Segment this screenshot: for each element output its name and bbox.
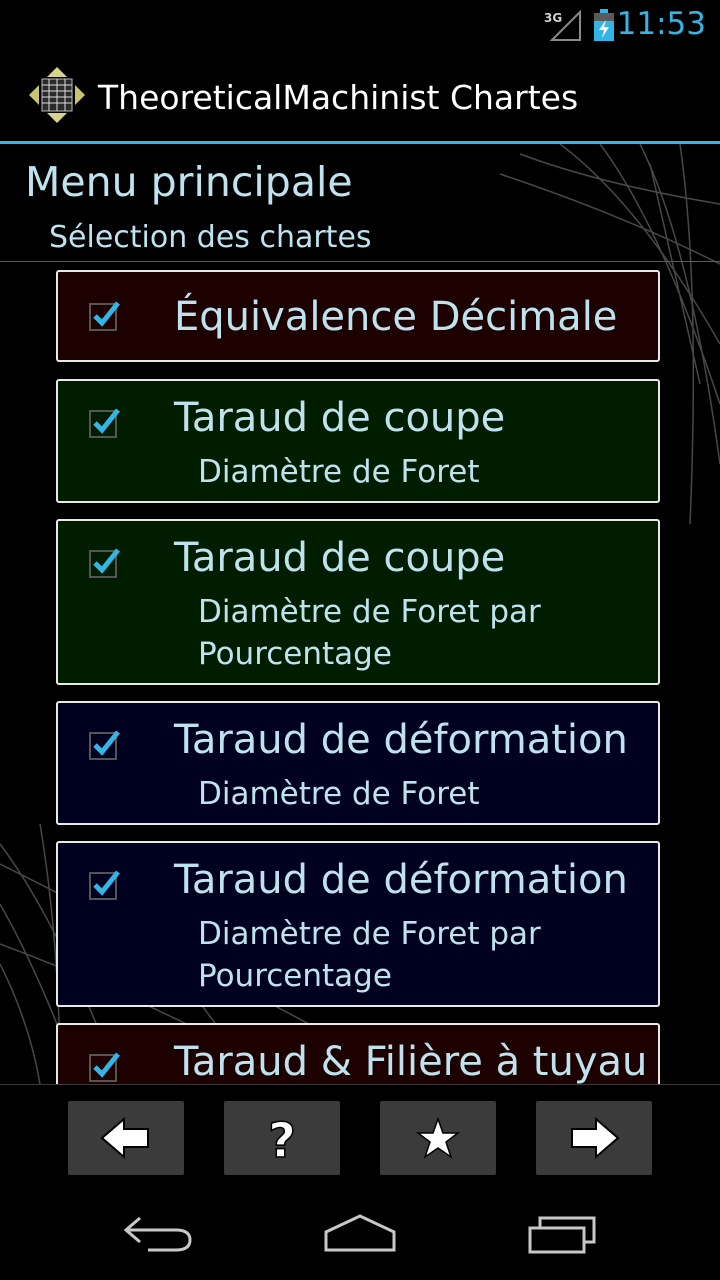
checkbox-checked-icon[interactable] xyxy=(88,545,124,581)
divider xyxy=(0,261,720,262)
chart-subtitle: Diamètre de Foret xyxy=(198,776,480,812)
chart-title: Taraud de coupe xyxy=(174,395,506,441)
status-bar: 3G 11:53 xyxy=(0,0,720,50)
menu-subtitle: Sélection des chartes xyxy=(49,220,372,255)
favorite-button[interactable] xyxy=(380,1101,496,1175)
chart-title: Équivalence Décimale xyxy=(174,294,618,340)
home-icon[interactable] xyxy=(320,1210,400,1256)
menu-title: Menu principale xyxy=(25,158,353,206)
app-title: TheoreticalMachinist Chartes xyxy=(98,78,579,117)
checkbox-checked-icon[interactable] xyxy=(88,1049,124,1084)
chart-item-decimal-equivalence[interactable]: Équivalence Décimale xyxy=(56,270,660,362)
chart-item-forming-tap-drill[interactable]: Taraud de déformation Diamètre de Foret xyxy=(56,701,660,825)
checkbox-checked-icon[interactable] xyxy=(88,867,124,903)
chart-title: Taraud & Filière à tuyau xyxy=(174,1039,648,1084)
forward-arrow-icon xyxy=(571,1116,620,1160)
chart-title: Taraud de coupe xyxy=(174,535,506,581)
bottom-toolbar: ? xyxy=(0,1084,720,1184)
signal-icon: 3G xyxy=(544,9,581,41)
action-bar: TheoreticalMachinist Chartes xyxy=(0,50,720,144)
battery-charging-icon xyxy=(594,9,614,41)
chart-item-pipe-tap-die[interactable]: Taraud & Filière à tuyau xyxy=(56,1023,660,1084)
chart-item-cutting-tap-drill-percentage[interactable]: Taraud de coupe Diamètre de Foret par Po… xyxy=(56,519,660,685)
previous-button[interactable] xyxy=(68,1101,184,1175)
back-icon[interactable] xyxy=(118,1210,198,1256)
main-content[interactable]: Menu principale Sélection des chartes Éq… xyxy=(0,144,720,1084)
chart-title: Taraud de déformation xyxy=(174,857,628,903)
next-button[interactable] xyxy=(536,1101,652,1175)
svg-text:?: ? xyxy=(268,1113,296,1163)
network-type-label: 3G xyxy=(544,11,562,25)
chart-item-forming-tap-drill-percentage[interactable]: Taraud de déformation Diamètre de Foret … xyxy=(56,841,660,1007)
chart-subtitle: Diamètre de Foret par Pourcentage xyxy=(198,916,541,994)
chart-subtitle: Diamètre de Foret par Pourcentage xyxy=(198,594,541,672)
checkbox-checked-icon[interactable] xyxy=(88,405,124,441)
system-nav-bar xyxy=(0,1184,720,1280)
checkbox-checked-icon[interactable] xyxy=(88,298,124,334)
chart-subtitle: Diamètre de Foret xyxy=(198,454,480,490)
clock: 11:53 xyxy=(616,6,706,42)
recent-apps-icon[interactable] xyxy=(522,1210,602,1256)
chart-title: Taraud de déformation xyxy=(174,717,628,763)
chart-item-cutting-tap-drill[interactable]: Taraud de coupe Diamètre de Foret xyxy=(56,379,660,503)
favorite-star-icon xyxy=(415,1116,461,1159)
app-logo-icon xyxy=(29,67,85,123)
help-button[interactable]: ? xyxy=(224,1101,340,1175)
back-arrow-icon xyxy=(100,1116,149,1160)
help-question-icon: ? xyxy=(267,1113,296,1163)
checkbox-checked-icon[interactable] xyxy=(88,727,124,763)
